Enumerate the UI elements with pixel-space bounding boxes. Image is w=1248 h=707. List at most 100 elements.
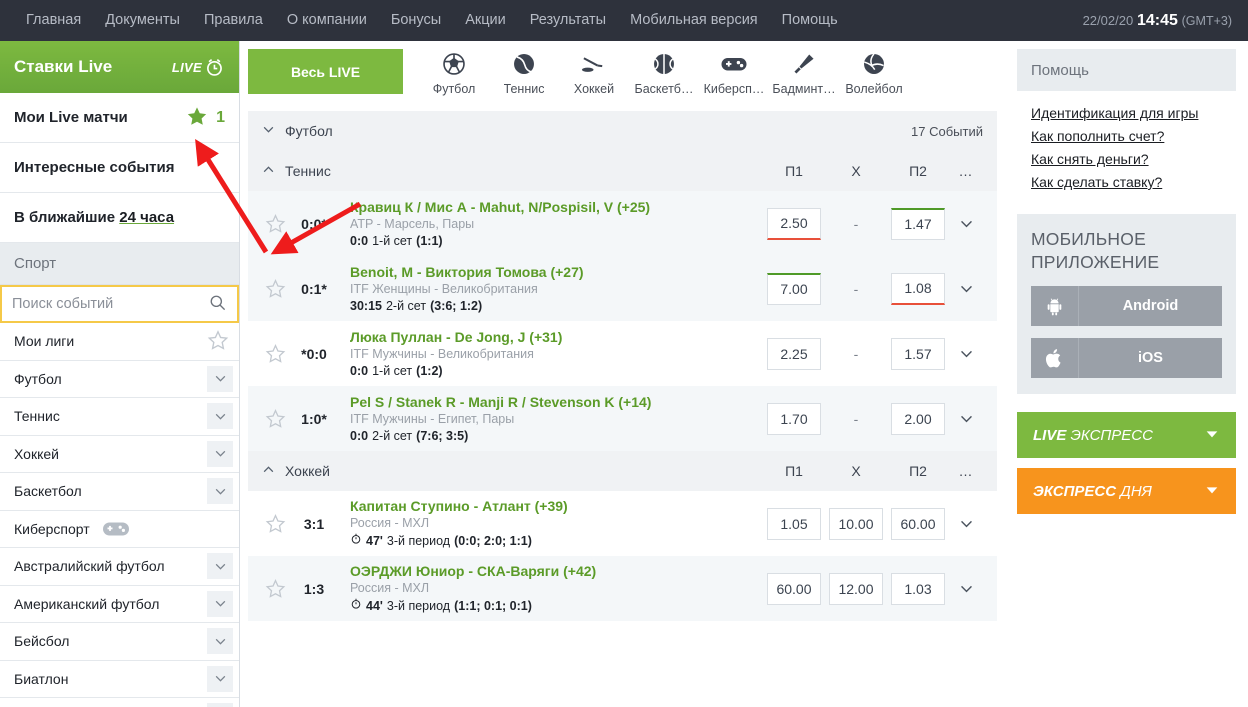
tab-football[interactable]: Футбол: [419, 49, 489, 96]
all-live-button[interactable]: Весь LIVE: [248, 49, 403, 94]
expand-row-chevron-icon[interactable]: [949, 215, 983, 232]
expand-row-chevron-icon[interactable]: [949, 280, 983, 297]
tab-badminton[interactable]: Бадминт…: [769, 49, 839, 96]
odd-cell-0[interactable]: 2.50: [767, 207, 821, 240]
event-title[interactable]: Кравиц К / Мис А - Mahut, N/Pospisil, V …: [350, 199, 650, 215]
nav-item-mobile-version[interactable]: Мобильная версия: [618, 0, 770, 41]
chevron-down-icon[interactable]: [207, 553, 233, 580]
star-outline-icon[interactable]: [207, 329, 233, 354]
event-row[interactable]: 0:0* Кравиц К / Мис А - Mahut, N/Pospisil…: [248, 191, 997, 256]
tab-basketball[interactable]: Баскетб…: [629, 49, 699, 96]
odd-cell-2[interactable]: 60.00: [891, 507, 945, 540]
sidebar-item-3[interactable]: Баскетбол: [0, 473, 239, 511]
favorite-star-icon[interactable]: [262, 578, 288, 599]
nav-item-help[interactable]: Помощь: [770, 0, 850, 41]
event-row[interactable]: 1:3 ОЭРДЖИ Юниор - СКА-Варяги (+42) Россия…: [248, 556, 997, 621]
nav-item-results[interactable]: Результаты: [518, 0, 618, 41]
expand-row-chevron-icon[interactable]: [949, 515, 983, 532]
chevron-down-icon[interactable]: [207, 403, 233, 430]
chevron-down-icon[interactable]: [207, 365, 233, 392]
sidebar-item-upcoming[interactable]: В ближайшие 24 часа: [0, 193, 239, 243]
search-input[interactable]: [12, 296, 208, 312]
help-link-place-bet[interactable]: Как сделать ставку?: [1031, 174, 1222, 190]
odd-cell-2[interactable]: 2.00: [891, 402, 945, 435]
sidebar-item-8[interactable]: Биатлон: [0, 661, 239, 698]
chevron-down-icon[interactable]: [207, 478, 233, 505]
event-title[interactable]: Капитан Ступино - Атлант (+39): [350, 498, 568, 514]
odd-cell-2[interactable]: 1.47: [891, 207, 945, 240]
event-title[interactable]: Benoit, M - Виктория Томова (+27): [350, 264, 584, 280]
sidebar-item-4[interactable]: Киберспорт: [0, 511, 239, 548]
tab-hockey[interactable]: Хоккей: [559, 49, 629, 96]
nav-item-promotions[interactable]: Акции: [453, 0, 518, 41]
search-box[interactable]: [0, 285, 239, 323]
group-header-1[interactable]: Хоккей П1 X П2…: [248, 451, 997, 491]
chevron-down-icon[interactable]: [207, 440, 233, 467]
sidebar-item-interesting-events[interactable]: Интересные события: [0, 143, 239, 193]
column-header-more[interactable]: …: [949, 163, 983, 179]
odd-cell-0[interactable]: 2.25: [767, 337, 821, 370]
chevron-down-icon[interactable]: [207, 665, 233, 692]
ios-download-button[interactable]: iOS: [1031, 338, 1222, 378]
help-link-withdraw[interactable]: Как снять деньги?: [1031, 151, 1222, 167]
odd-cell-2[interactable]: 1.57: [891, 337, 945, 370]
sidebar-upcoming-link[interactable]: 24 часа: [119, 209, 174, 226]
odd-cell-0[interactable]: 7.00: [767, 272, 821, 305]
event-row[interactable]: 3:1 Капитан Ступино - Атлант (+39) Россия …: [248, 491, 997, 556]
tab-esports[interactable]: Киберсп…: [699, 49, 769, 96]
sidebar-item-0[interactable]: Футбол: [0, 361, 239, 398]
help-link-identification[interactable]: Идентификация для игры: [1031, 105, 1222, 121]
odd-cell-1[interactable]: 10.00: [829, 507, 883, 540]
event-title[interactable]: Люка Пуллан - De Jong, J (+31): [350, 329, 562, 345]
expand-row-chevron-icon[interactable]: [949, 580, 983, 597]
chevron-down-icon[interactable]: [262, 123, 275, 139]
sidebar-item-my-leagues[interactable]: Мои лиги: [0, 323, 239, 361]
sidebar-item-5[interactable]: Австралийский футбол: [0, 548, 239, 586]
event-row[interactable]: 1:0* Pel S / Stanek R - Manji R / Stevens…: [248, 386, 997, 451]
chevron-down-icon[interactable]: [1204, 482, 1220, 501]
favorite-star-icon[interactable]: [262, 513, 288, 534]
odd-cell-1[interactable]: 12.00: [829, 572, 883, 605]
favorite-star-icon[interactable]: [262, 408, 288, 429]
nav-item-bonuses[interactable]: Бонусы: [379, 0, 453, 41]
sidebar-item-6[interactable]: Американский футбол: [0, 586, 239, 623]
event-row[interactable]: 0:1* Benoit, M - Виктория Томова (+27) ITF…: [248, 256, 997, 321]
favorite-star-icon[interactable]: [262, 343, 288, 364]
tab-tennis[interactable]: Теннис: [489, 49, 559, 96]
odd-cell-0[interactable]: 1.70: [767, 402, 821, 435]
express-of-the-day-button[interactable]: ЭКСПРЕСС ДНЯ: [1017, 468, 1236, 514]
live-express-button[interactable]: LIVE ЭКСПРЕСС: [1017, 412, 1236, 458]
nav-item-home[interactable]: Главная: [14, 0, 93, 41]
odd-cell-2[interactable]: 1.08: [891, 272, 945, 305]
sidebar-item-my-live-matches[interactable]: Мои Live матчи 1: [0, 93, 239, 143]
android-download-button[interactable]: Android: [1031, 286, 1222, 326]
chevron-up-icon[interactable]: [262, 463, 275, 479]
nav-item-about[interactable]: О компании: [275, 0, 379, 41]
sidebar-item-9[interactable]: Бокс: [0, 698, 239, 707]
expand-row-chevron-icon[interactable]: [949, 410, 983, 427]
event-title[interactable]: ОЭРДЖИ Юниор - СКА-Варяги (+42): [350, 563, 596, 579]
event-row[interactable]: *0:0 Люка Пуллан - De Jong, J (+31) ITF Му…: [248, 321, 997, 386]
chevron-down-icon[interactable]: [1204, 426, 1220, 445]
column-header-more[interactable]: …: [949, 463, 983, 479]
sidebar-item-2[interactable]: Хоккей: [0, 436, 239, 473]
nav-item-rules[interactable]: Правила: [192, 0, 275, 41]
group-header-football[interactable]: Футбол 17 Событий: [248, 111, 997, 151]
tab-volleyball[interactable]: Волейбол: [839, 49, 909, 96]
odd-cell-0[interactable]: 1.05: [767, 507, 821, 540]
chevron-down-icon[interactable]: [207, 628, 233, 655]
sidebar-item-1[interactable]: Теннис: [0, 398, 239, 436]
event-title[interactable]: Pel S / Stanek R - Manji R / Stevenson K…: [350, 394, 651, 410]
group-header-0[interactable]: Теннис П1 X П2…: [248, 151, 997, 191]
chevron-up-icon[interactable]: [262, 163, 275, 179]
favorite-star-icon[interactable]: [262, 213, 288, 234]
odd-cell-0[interactable]: 60.00: [767, 572, 821, 605]
search-icon[interactable]: [208, 293, 227, 315]
sidebar-item-7[interactable]: Бейсбол: [0, 623, 239, 661]
help-link-deposit[interactable]: Как пополнить счет?: [1031, 128, 1222, 144]
chevron-down-icon[interactable]: [207, 590, 233, 617]
favorite-star-icon[interactable]: [262, 278, 288, 299]
nav-item-documents[interactable]: Документы: [93, 0, 192, 41]
odd-cell-2[interactable]: 1.03: [891, 572, 945, 605]
expand-row-chevron-icon[interactable]: [949, 345, 983, 362]
